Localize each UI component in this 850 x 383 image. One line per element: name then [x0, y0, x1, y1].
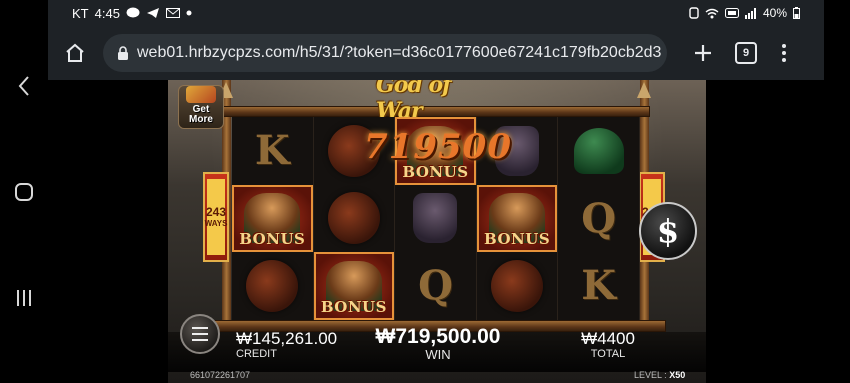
nfc-icon: [689, 7, 699, 19]
reel-cell: [232, 252, 314, 320]
reel-cell: [558, 117, 640, 185]
plus-icon: [695, 45, 711, 61]
home-square-icon: [15, 183, 33, 201]
level-indicator: LEVEL : X50: [634, 370, 685, 380]
carrier: KT: [72, 5, 89, 21]
tab-switcher-button[interactable]: 9: [735, 42, 757, 64]
gift-icon: [186, 86, 216, 103]
url-text: web01.hrbzycpzs.com/h5/31/?token=d36c017…: [137, 44, 662, 61]
reel-cell-winning: BONUS: [476, 184, 559, 253]
home-icon: [66, 43, 84, 62]
total-value: ₩4400: [581, 329, 635, 348]
symbol-k: K: [581, 262, 617, 310]
reel-cell: [314, 184, 396, 253]
browser-menu-button[interactable]: [777, 41, 791, 65]
ways-number: 243: [205, 205, 227, 219]
chat-bubble-icon: [126, 7, 140, 19]
reel-cell-winning: BONUS: [313, 252, 396, 320]
reel-cell: [395, 184, 477, 253]
recents-icon: [17, 290, 31, 306]
dollar-icon: $: [656, 212, 680, 250]
battery-icon: [793, 7, 800, 19]
home-button[interactable]: [8, 176, 40, 208]
bonus-label: BONUS: [320, 297, 387, 316]
win-label: WIN: [425, 347, 451, 362]
symbol-q: Q: [581, 194, 617, 242]
mail-icon: [165, 8, 180, 18]
credit-value: ₩145,261.00: [236, 329, 338, 348]
helmet-symbol-icon: [573, 127, 624, 174]
status-bar: KT 4:45 40%: [48, 0, 824, 26]
ways-label: WAYS: [204, 219, 228, 228]
system-nav-bar: [0, 0, 48, 383]
total-bet-display[interactable]: ₩4400 TOTAL: [580, 329, 636, 361]
back-icon: [18, 76, 29, 96]
dot-icon: [186, 10, 192, 16]
symbol-k: K: [254, 127, 290, 175]
big-win-amount: 719500: [364, 127, 512, 167]
browser-home-button[interactable]: [61, 39, 89, 67]
symbol-q: Q: [418, 262, 453, 310]
horse-symbol-icon: [327, 192, 380, 245]
credit-label: CREDIT: [236, 348, 277, 360]
get-more-label: Get More: [189, 104, 213, 125]
horse-symbol-icon: [246, 259, 299, 312]
lock-icon: [118, 46, 128, 60]
armor-symbol-icon: [413, 193, 458, 244]
bonus-label: BONUS: [239, 230, 306, 249]
hd-icon: [724, 8, 739, 18]
total-label: TOTAL: [590, 348, 626, 360]
slot-game-canvas[interactable]: God of War Get More 243 WAYS 243 WAYS K …: [168, 80, 706, 383]
win-display: ₩719,500.00 WIN: [368, 326, 508, 362]
level-label: LEVEL :: [634, 370, 667, 380]
spear-tip-right-icon: [637, 82, 651, 98]
credit-display: ₩145,261.00 CREDIT: [236, 329, 338, 361]
wifi-icon: [705, 8, 719, 19]
clock: 4:45: [94, 5, 120, 21]
recents-button[interactable]: [8, 282, 40, 314]
browser-toolbar: web01.hrbzycpzs.com/h5/31/?token=d36c017…: [48, 26, 824, 80]
telegram-icon: [146, 7, 160, 19]
hamburger-line-icon: [192, 333, 208, 335]
reel-cell: K: [232, 117, 314, 185]
game-round-id: 661072261707: [190, 370, 251, 380]
signal-icon: [744, 7, 757, 19]
new-tab-button[interactable]: [689, 39, 717, 67]
screen: KT 4:45 40% web01.hrbzycpzs.com/h5/31/?t…: [0, 0, 850, 383]
reel-cell-winning: BONUS: [232, 184, 314, 253]
win-value: ₩719,500.00: [375, 325, 501, 348]
battery-percent: 40%: [762, 6, 787, 20]
hamburger-line-icon: [192, 339, 208, 341]
edge-strip: [824, 0, 850, 383]
menu-dot-icon: [782, 44, 786, 48]
ways-banner-left: 243 WAYS: [203, 172, 229, 262]
reel-cell: [477, 252, 559, 320]
horse-symbol-icon: [491, 259, 544, 312]
get-more-button[interactable]: Get More: [178, 85, 224, 129]
address-bar[interactable]: web01.hrbzycpzs.com/h5/31/?token=d36c017…: [103, 34, 667, 72]
reel-cell: Q: [395, 252, 477, 320]
dollar-coin-button[interactable]: $: [639, 202, 697, 260]
game-logo: God of War: [376, 80, 452, 124]
hamburger-line-icon: [192, 327, 208, 329]
menu-dot-icon: [782, 51, 786, 55]
menu-dot-icon: [782, 58, 786, 62]
back-button[interactable]: [8, 70, 40, 102]
level-value: X50: [669, 370, 686, 380]
reel-cell: Q: [558, 184, 640, 253]
bonus-label: BONUS: [484, 230, 551, 249]
game-menu-button[interactable]: [180, 314, 220, 354]
reel-cell: K: [558, 252, 640, 320]
tab-count: 9: [742, 47, 750, 59]
